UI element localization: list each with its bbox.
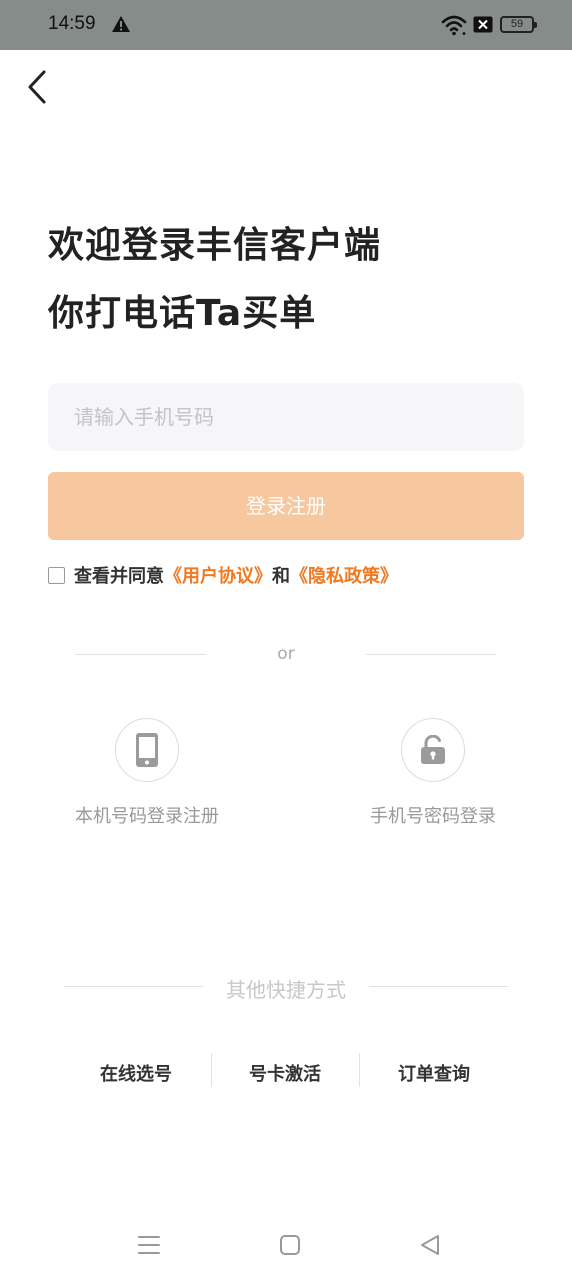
warning-icon — [112, 16, 130, 32]
agreement-checkbox[interactable] — [48, 567, 65, 584]
mobile-phone-icon — [115, 718, 179, 782]
password-login-option[interactable]: 手机号密码登录 — [333, 718, 533, 828]
welcome-subtitle: 你打电话Ta买单 — [48, 293, 317, 334]
divider-line-right — [366, 654, 496, 655]
quick-divider — [359, 1053, 360, 1087]
agreement-and: 和 — [272, 566, 290, 587]
login-register-button[interactable]: 登录注册 — [48, 472, 524, 540]
password-login-label: 手机号密码登录 — [370, 806, 496, 827]
wifi-icon — [441, 15, 467, 36]
card-activation-link[interactable]: 号卡激活 — [225, 1060, 345, 1086]
phone-number-input[interactable] — [48, 383, 524, 451]
online-number-selection-link[interactable]: 在线选号 — [76, 1060, 196, 1086]
quick-divider — [211, 1053, 212, 1087]
back-triangle-icon[interactable] — [416, 1231, 444, 1259]
phone-input-container — [48, 383, 524, 451]
divider-line-left — [75, 654, 206, 655]
no-sim-icon — [473, 16, 493, 33]
status-time: 14:59 — [48, 13, 96, 34]
back-button[interactable] — [22, 68, 52, 106]
welcome-title: 欢迎登录丰信客户端 — [48, 225, 382, 266]
local-number-login-label: 本机号码登录注册 — [75, 806, 219, 827]
status-bar: 14:59 59 — [0, 0, 572, 50]
privacy-policy-link[interactable]: 《隐私政策》 — [290, 562, 398, 588]
menu-icon[interactable] — [135, 1231, 163, 1259]
lock-icon — [401, 718, 465, 782]
battery-icon: 59 — [500, 16, 537, 33]
other-divider-right — [369, 986, 508, 987]
home-icon[interactable] — [276, 1231, 304, 1259]
agreement-row: 查看并同意 《用户协议》 和 《隐私政策》 — [48, 562, 398, 588]
or-divider-text: or — [277, 644, 295, 664]
login-screen: 14:59 59 欢迎登录丰信客户端 你打电话Ta买单 登录注册 — [0, 0, 572, 1280]
user-agreement-link[interactable]: 《用户协议》 — [164, 562, 272, 588]
order-query-link[interactable]: 订单查询 — [374, 1060, 494, 1086]
other-divider-left — [64, 986, 203, 987]
other-methods-title: 其他快捷方式 — [226, 978, 346, 1002]
agreement-prefix: 查看并同意 — [74, 566, 164, 587]
local-number-login-option[interactable]: 本机号码登录注册 — [47, 718, 247, 828]
